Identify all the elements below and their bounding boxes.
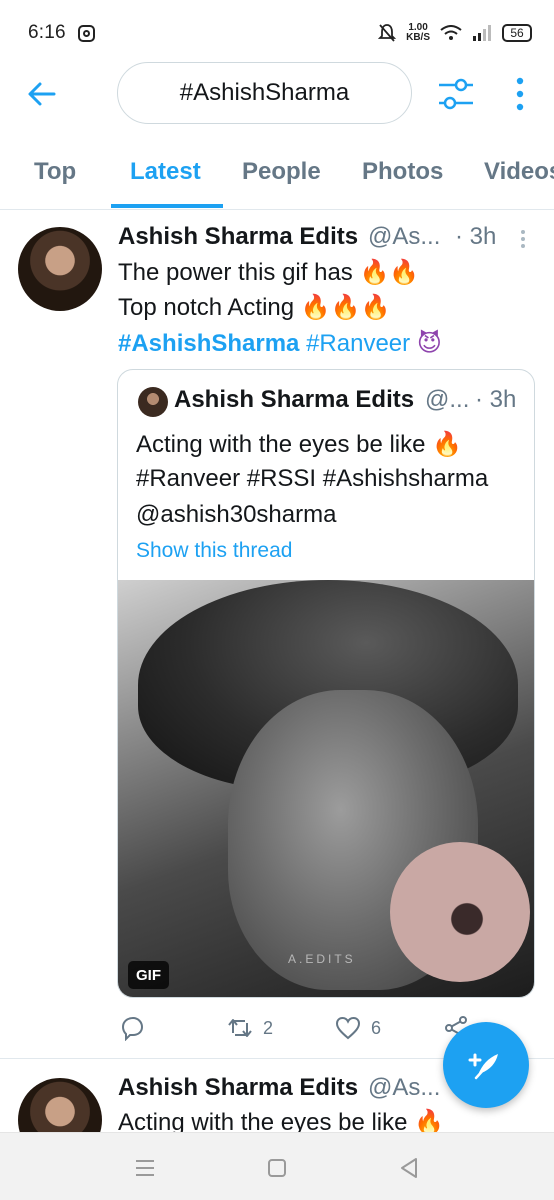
quoted-author-name: Ashish Sharma Edits [174, 386, 415, 413]
retweet-icon [228, 1019, 252, 1037]
signal-icon [473, 25, 491, 41]
show-thread-link[interactable]: Show this thread [136, 539, 292, 563]
author-handle[interactable]: @As... [368, 1074, 440, 1102]
like-button[interactable]: 6 [335, 1015, 381, 1041]
quoted-author-handle: @... [425, 386, 470, 413]
fire-emoji: 🔥🔥 [359, 258, 420, 286]
author-handle[interactable]: @As... [368, 223, 440, 251]
filter-sliders-icon[interactable] [437, 76, 475, 112]
menu-icon[interactable] [132, 1155, 158, 1181]
tweet-text-line: The power this gif has 🔥🔥 [118, 258, 419, 287]
fire-emoji: 🔥 [432, 430, 463, 458]
net-speed-unit: KB/S [406, 32, 430, 43]
tab-photos[interactable]: Photos [362, 158, 443, 186]
gif-image-microphone [390, 842, 530, 982]
fire-emoji: 🔥🔥🔥 [300, 293, 391, 321]
compose-tweet-button[interactable] [443, 1022, 529, 1108]
search-tabs: Top Latest People Photos Videos [0, 140, 554, 210]
compose-feather-icon [468, 1053, 498, 1080]
tweet-text: The power this gif has [118, 259, 353, 286]
like-count: 6 [371, 1017, 382, 1038]
tweet-menu-icon[interactable] [520, 229, 526, 249]
back-triangle-icon[interactable] [396, 1155, 422, 1181]
tweet-text: Top notch Acting [118, 294, 295, 321]
reply-icon [121, 1016, 144, 1041]
search-input[interactable]: #AshishSharma [117, 62, 412, 124]
instagram-icon [77, 24, 95, 42]
tweet-time: · 3h [455, 223, 497, 250]
gif-badge: GIF [128, 961, 169, 989]
back-arrow-icon[interactable] [26, 78, 58, 110]
gif-watermark: A.EDITS [288, 952, 356, 966]
status-icons: 1.00 KB/S 56 [378, 23, 532, 43]
author-name[interactable]: Ashish Sharma Edits [118, 1074, 358, 1102]
status-time: 6:16 [28, 22, 66, 43]
tab-latest[interactable]: Latest [130, 158, 201, 186]
reply-button[interactable] [119, 1015, 145, 1041]
quoted-avatar [138, 387, 168, 417]
gif-media[interactable]: A.EDITS GIF [118, 580, 534, 997]
retweet-button[interactable]: 2 [227, 1015, 273, 1041]
active-tab-indicator [111, 204, 223, 208]
tweet[interactable]: Ashish Sharma Edits @As... · 3h The powe… [0, 211, 554, 1059]
devil-emoji: 😈 [416, 329, 442, 357]
battery-indicator: 56 [502, 24, 532, 42]
hashtag-link[interactable]: #AshishSharma [118, 330, 299, 357]
status-bar: 6:16 1.00 KB/S 56 [0, 0, 554, 66]
home-square-icon[interactable] [264, 1155, 290, 1181]
wifi-icon [440, 25, 462, 40]
top-bar: #AshishSharma [0, 60, 554, 126]
tweet-hashtags-line: #AshishSharma #Ranveer 😈 [118, 329, 442, 358]
quoted-tweet[interactable]: Ashish Sharma Edits @... · 3h Acting wit… [117, 369, 535, 998]
avatar[interactable] [18, 227, 102, 311]
more-options-icon[interactable] [510, 76, 530, 112]
quoted-text: #Ranveer #RSSI #Ashishsharma [136, 465, 489, 492]
tab-top[interactable]: Top [34, 158, 76, 186]
tweet-text-line: Top notch Acting 🔥🔥🔥 [118, 293, 390, 322]
system-nav-bar [0, 1132, 554, 1200]
retweet-count: 2 [263, 1017, 274, 1038]
avatar[interactable] [18, 1078, 102, 1140]
heart-icon [335, 1016, 361, 1040]
tab-people[interactable]: People [242, 158, 321, 186]
tweet-header: Ashish Sharma Edits @As... · 3h [118, 223, 538, 253]
quoted-text: Acting with the eyes be like [136, 431, 426, 458]
author-name[interactable]: Ashish Sharma Edits [118, 223, 358, 251]
quoted-text: @ashish30sharma [136, 501, 337, 528]
mute-bell-icon [378, 24, 397, 42]
tab-videos[interactable]: Videos [484, 158, 554, 186]
network-speed: 1.00 KB/S [406, 23, 430, 43]
hashtag-link[interactable]: #Ranveer [306, 330, 410, 357]
quoted-time: · 3h [475, 386, 517, 413]
quoted-header: Ashish Sharma Edits @... · 3h [174, 386, 534, 416]
quoted-text-line: Acting with the eyes be like 🔥 [136, 430, 462, 459]
